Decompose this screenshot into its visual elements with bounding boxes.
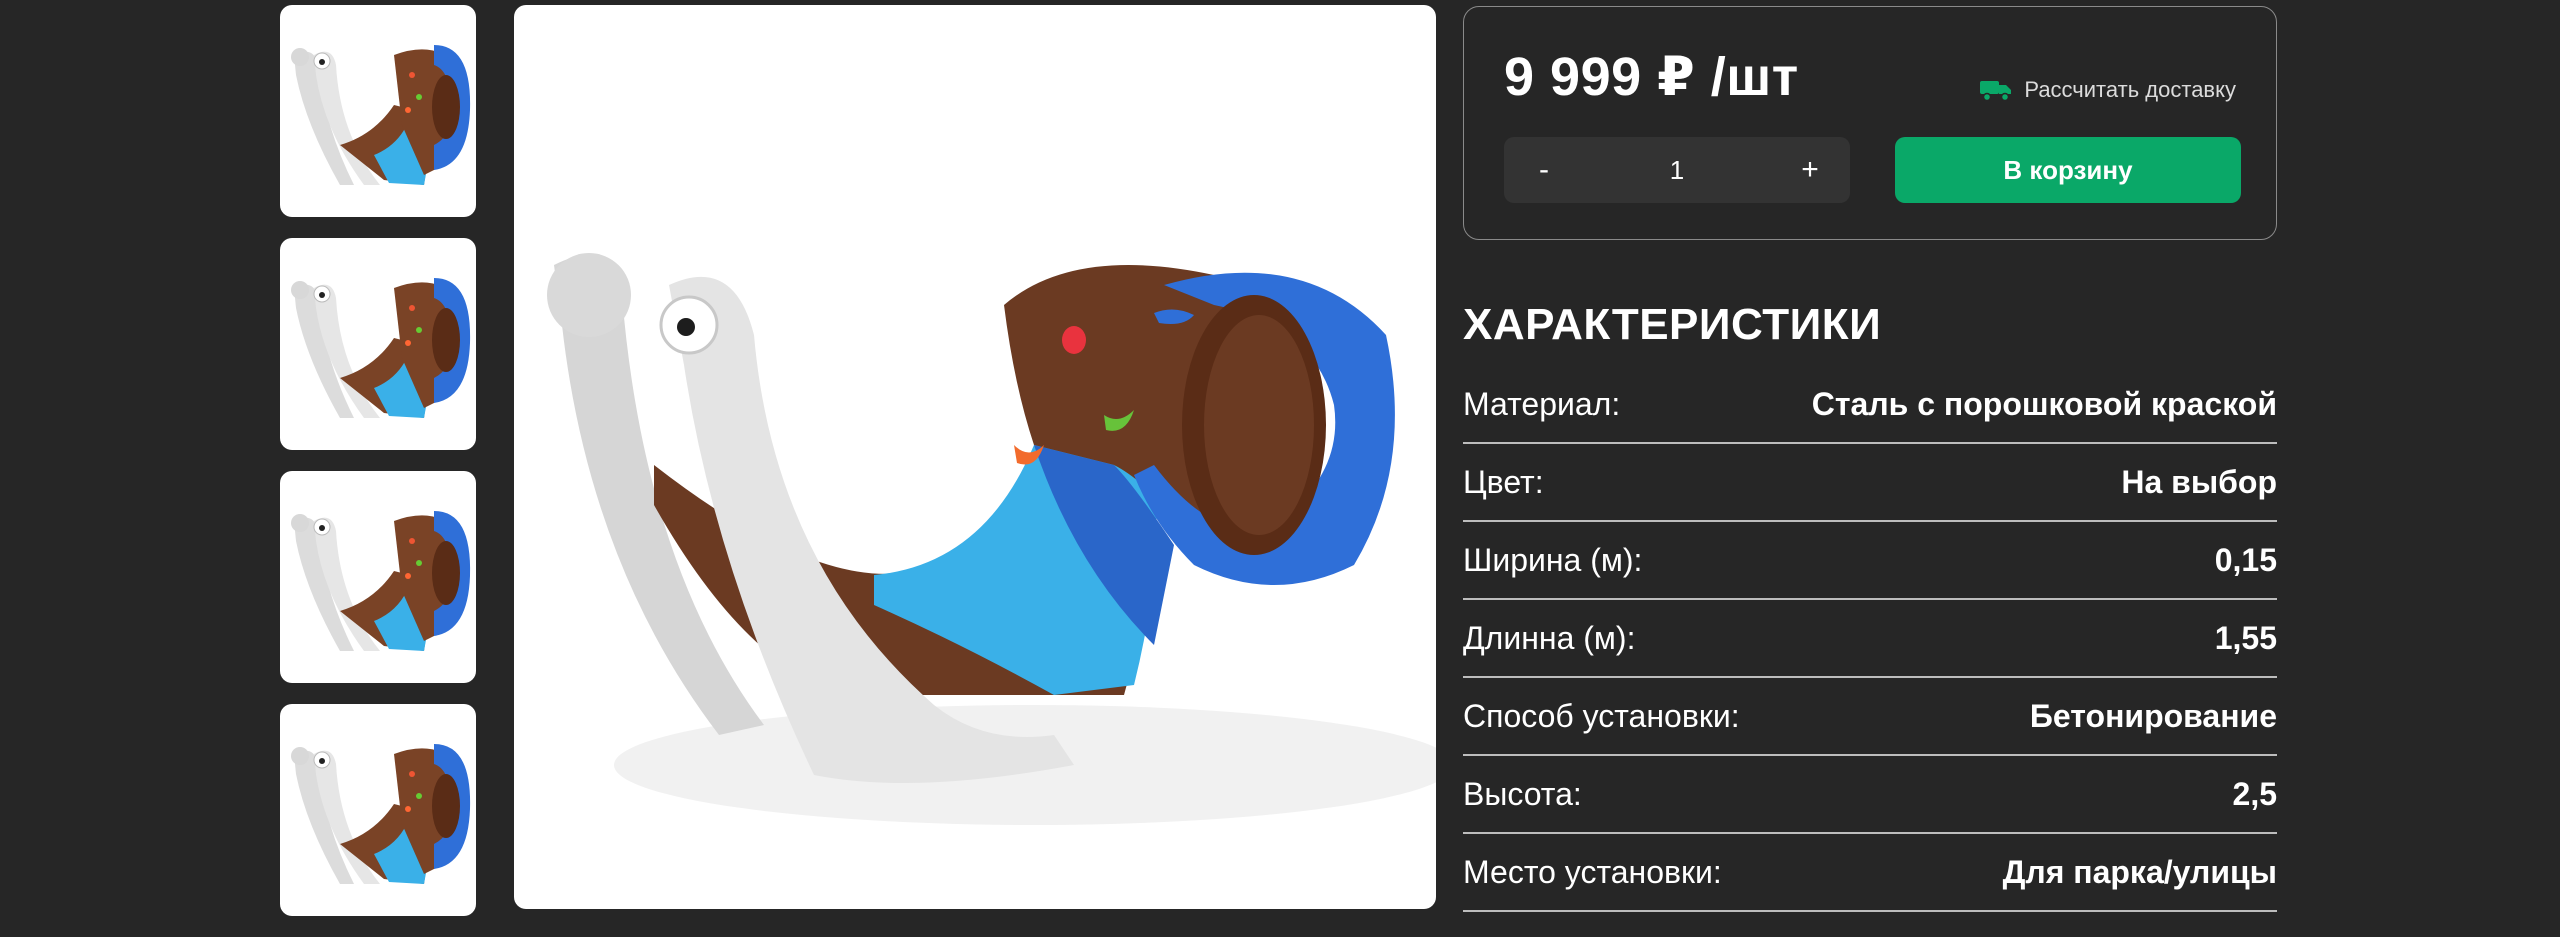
main-product-image[interactable] <box>514 5 1436 909</box>
snail-playground-thumbnail-image <box>291 45 471 186</box>
spec-label: Материал: <box>1463 385 1621 422</box>
calculate-delivery-link[interactable]: Рассчитать доставку <box>1980 77 2236 103</box>
spec-label: Способ установки: <box>1463 697 1740 734</box>
thumbnail-1[interactable] <box>280 5 476 217</box>
spec-label: Цвет: <box>1463 463 1544 500</box>
quantity-stepper: - 1 + <box>1504 137 1850 203</box>
thumbnail-4[interactable] <box>280 704 476 916</box>
spec-row-height: Высота: 2,5 <box>1463 756 2277 834</box>
calculate-delivery-label: Рассчитать доставку <box>2024 77 2236 102</box>
spec-value: Бетонирование <box>2029 697 2277 734</box>
spec-value: 0,15 <box>2214 541 2277 578</box>
specifications-section: ХАРАКТЕРИСТИКИ Материал: Сталь с порошко… <box>1463 300 2277 912</box>
delivery-truck-icon <box>1980 81 2012 102</box>
spec-value: 2,5 <box>2232 775 2277 812</box>
spec-row-material: Материал: Сталь с порошковой краской <box>1463 366 2277 444</box>
spec-row-color: Цвет: На выбор <box>1463 444 2277 522</box>
spec-label: Высота: <box>1463 775 1582 812</box>
spec-row-installation-method: Способ установки: Бетонирование <box>1463 678 2277 756</box>
add-to-cart-button[interactable]: В корзину <box>1895 137 2241 203</box>
spec-value: Для парка/улицы <box>2002 853 2277 890</box>
thumbnail-3[interactable] <box>280 471 476 683</box>
spec-label: Длинна (м): <box>1463 619 1636 656</box>
quantity-value[interactable]: 1 <box>1584 155 1770 186</box>
snail-playground-thumbnail-image <box>291 744 471 884</box>
thumbnail-2[interactable] <box>280 238 476 450</box>
spec-row-length: Длинна (м): 1,55 <box>1463 600 2277 678</box>
specifications-title: ХАРАКТЕРИСТИКИ <box>1463 300 1882 349</box>
spec-value: 1,55 <box>2214 619 2277 656</box>
spec-row-installation-place: Место установки: Для парка/улицы <box>1463 834 2277 912</box>
spec-value: На выбор <box>2121 463 2277 500</box>
snail-playground-thumbnail-image <box>291 278 471 418</box>
decrement-button[interactable]: - <box>1504 137 1584 203</box>
increment-button[interactable]: + <box>1770 137 1850 203</box>
spec-row-width: Ширина (м): 0,15 <box>1463 522 2277 600</box>
spec-label: Место установки: <box>1463 853 1722 890</box>
thumbnail-gallery <box>280 5 476 937</box>
spec-value: Сталь с порошковой краской <box>1811 385 2277 422</box>
spec-label: Ширина (м): <box>1463 541 1643 578</box>
purchase-panel: 9 999 ₽ /шт Рассчитать доставку - 1 + В … <box>1463 6 2277 240</box>
product-price: 9 999 ₽ /шт <box>1504 47 1799 107</box>
snail-playground-image <box>547 253 1436 825</box>
snail-playground-thumbnail-image <box>291 511 471 651</box>
